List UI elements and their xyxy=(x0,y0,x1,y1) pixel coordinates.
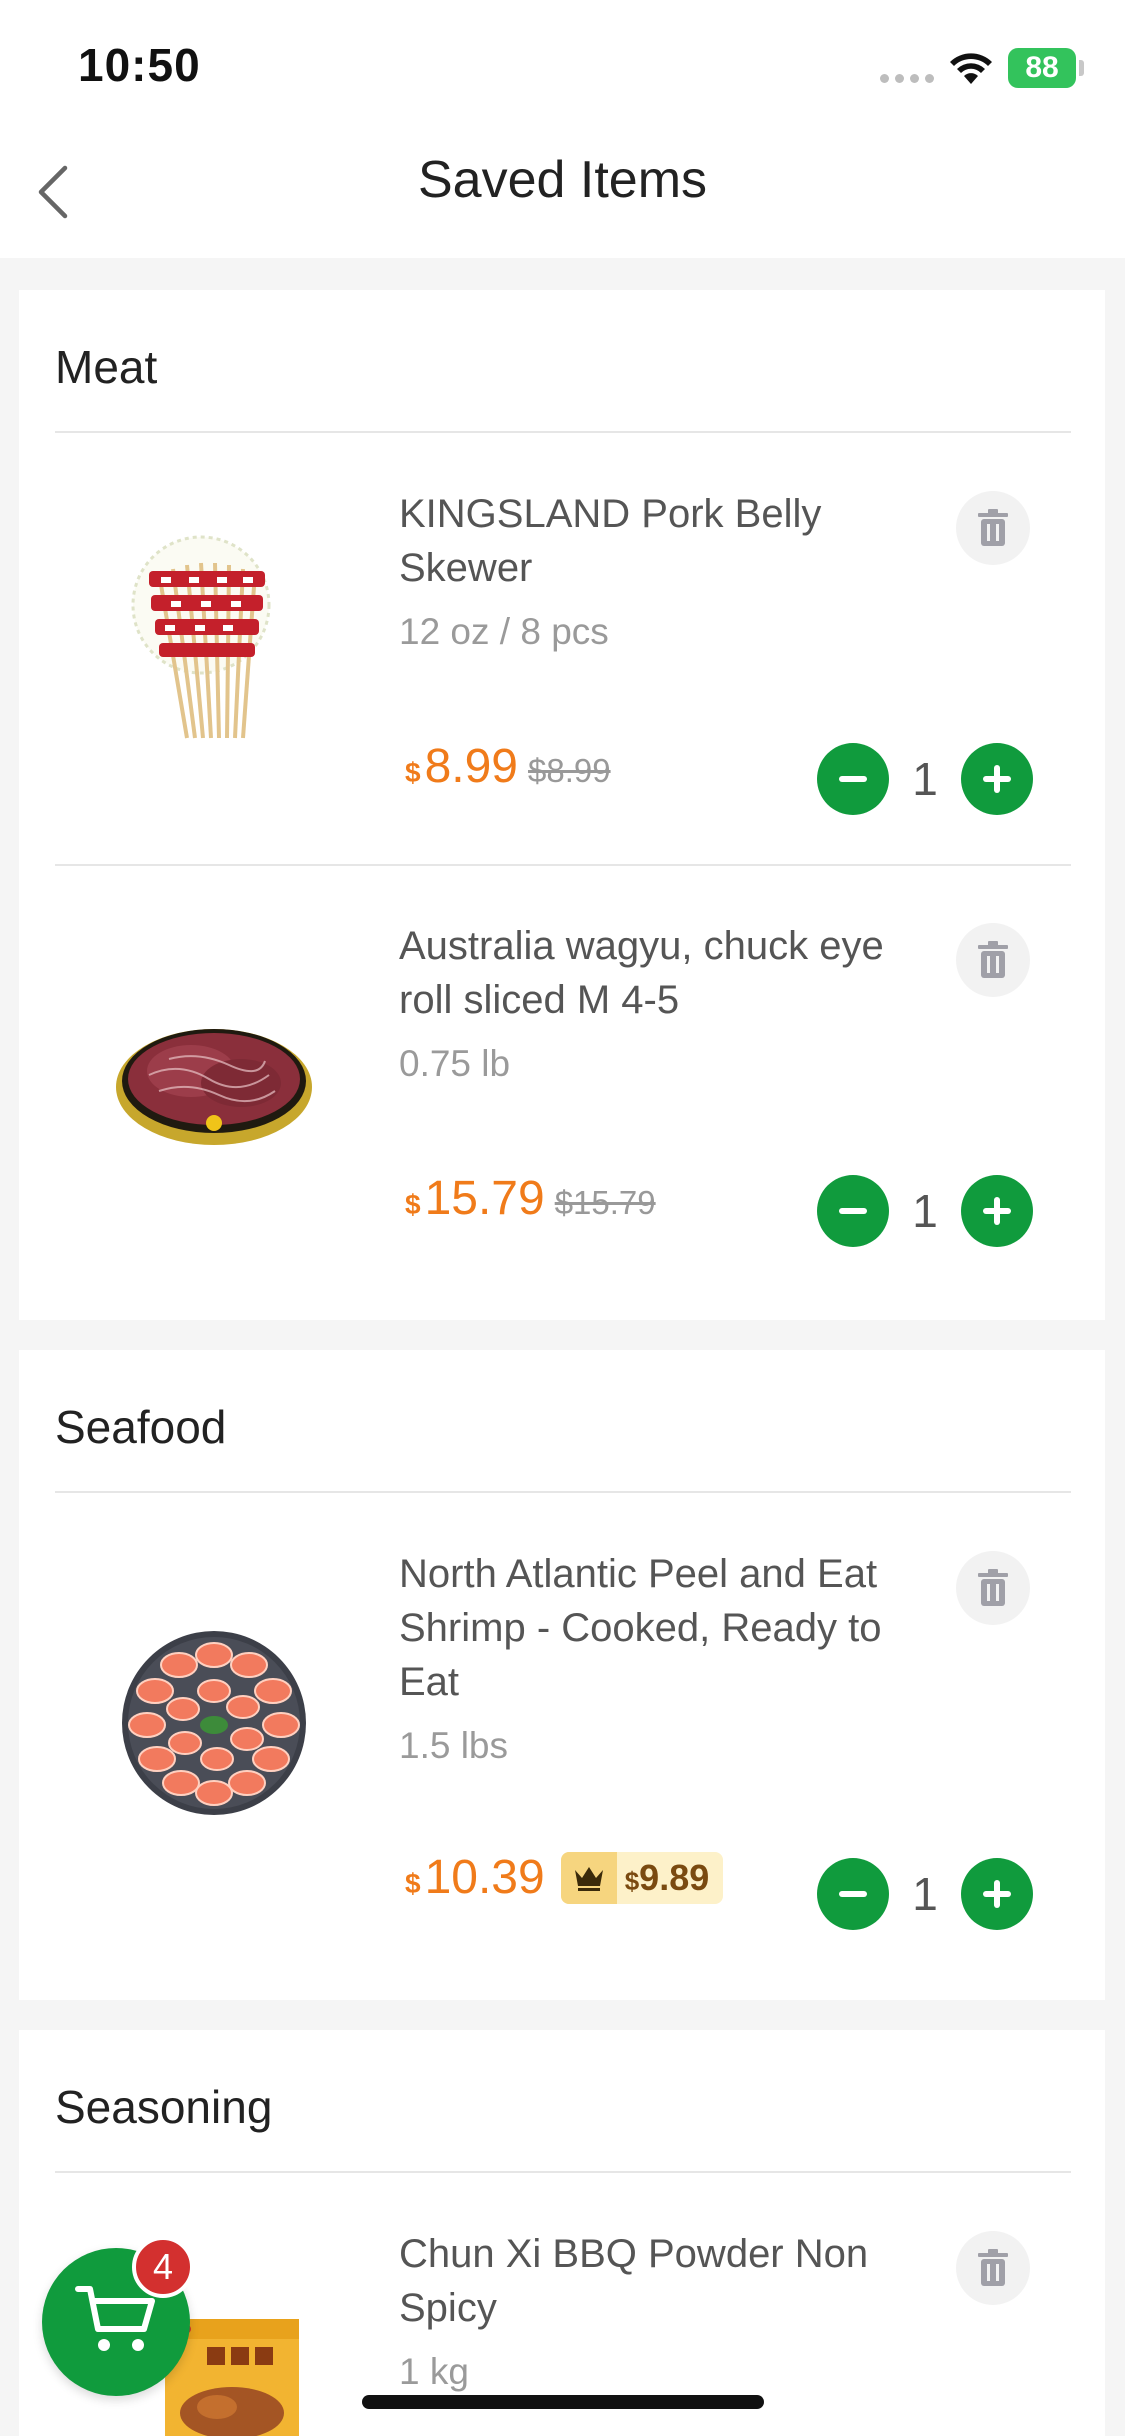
item-name[interactable]: North Atlantic Peel and Eat Shrimp - Coo… xyxy=(399,1547,919,1709)
price-currency: $ xyxy=(405,757,421,788)
decrease-quantity-button[interactable] xyxy=(817,1175,889,1247)
saved-item-wagyu-chuck-eye-roll[interactable]: Australia wagyu, chuck eye roll sliced M… xyxy=(19,865,1105,1305)
saved-item-north-atlantic-shrimp[interactable]: North Atlantic Peel and Eat Shrimp - Coo… xyxy=(19,1493,1105,1993)
trash-icon xyxy=(978,1569,1008,1606)
plus-icon xyxy=(983,1197,1011,1225)
price-value: 8.99 xyxy=(424,740,518,793)
cart-count-badge: 4 xyxy=(132,2236,194,2298)
status-time: 10:50 xyxy=(78,39,201,91)
price-value: 10.39 xyxy=(424,1851,545,1904)
cart-icon xyxy=(75,2286,155,2351)
delete-item-button[interactable] xyxy=(956,1551,1030,1625)
increase-quantity-button[interactable] xyxy=(961,743,1033,815)
item-name[interactable]: Chun Xi BBQ Powder Non Spicy xyxy=(399,2227,919,2335)
nav-bar: Saved Items xyxy=(0,130,1125,258)
decrease-quantity-button[interactable] xyxy=(817,1858,889,1930)
page-title: Saved Items xyxy=(417,151,708,209)
product-image-wagyu[interactable] xyxy=(109,975,319,1185)
product-image-shrimp[interactable] xyxy=(109,1621,319,1831)
wifi-icon xyxy=(948,50,994,91)
trash-icon xyxy=(978,509,1008,546)
minus-icon xyxy=(839,776,867,782)
section-seafood: Seafood North Atlantic Peel and Eat Shri… xyxy=(19,1350,1105,2000)
section-title: Seasoning xyxy=(55,2081,273,2133)
minus-icon xyxy=(839,1208,867,1214)
trash-icon xyxy=(978,941,1008,978)
home-indicator xyxy=(362,2395,764,2409)
plus-icon xyxy=(983,765,1011,793)
delete-item-button[interactable] xyxy=(956,2231,1030,2305)
battery-indicator: 88 xyxy=(1008,48,1076,88)
item-weight: 1.5 lbs xyxy=(399,1725,509,1766)
cellular-signal-icon xyxy=(880,74,934,83)
battery-tip xyxy=(1079,60,1084,76)
increase-quantity-button[interactable] xyxy=(961,1175,1033,1247)
status-bar: 10:50 88 xyxy=(0,0,1125,130)
battery-level: 88 xyxy=(1025,51,1059,84)
price-currency: $ xyxy=(405,1189,421,1220)
minus-icon xyxy=(839,1891,867,1897)
member-price-value: 9.89 xyxy=(639,1856,710,1898)
item-price: $ 15.79 $15.79 xyxy=(405,1171,656,1226)
item-weight: 1 kg xyxy=(399,2351,469,2392)
crown-icon xyxy=(560,1851,617,1904)
plus-icon xyxy=(983,1880,1011,1908)
delete-item-button[interactable] xyxy=(956,491,1030,565)
price-currency: $ xyxy=(405,1868,421,1899)
member-price-currency: $ xyxy=(624,1865,640,1896)
saved-items-screen: 10:50 88 Saved Items Meat KINGSLAND Pork… xyxy=(0,0,1125,2436)
quantity-stepper[interactable]: 1 xyxy=(817,1858,1033,1930)
quantity-stepper[interactable]: 1 xyxy=(817,743,1033,815)
quantity-stepper[interactable]: 1 xyxy=(817,1175,1033,1247)
delete-item-button[interactable] xyxy=(956,923,1030,997)
original-price: $15.79 xyxy=(554,1184,656,1221)
original-price: $8.99 xyxy=(528,752,611,789)
item-price: $ 10.39 $9.89 xyxy=(405,1850,724,1905)
quantity-value: 1 xyxy=(912,753,938,805)
member-price-badge: $9.89 xyxy=(560,1851,724,1904)
item-name[interactable]: KINGSLAND Pork Belly Skewer xyxy=(399,487,919,595)
decrease-quantity-button[interactable] xyxy=(817,743,889,815)
price-value: 15.79 xyxy=(424,1172,545,1225)
member-price: $9.89 xyxy=(617,1857,724,1899)
item-weight: 0.75 lb xyxy=(399,1043,511,1084)
item-name[interactable]: Australia wagyu, chuck eye roll sliced M… xyxy=(399,919,919,1027)
quantity-value: 1 xyxy=(912,1868,938,1920)
product-image-pork-skewer[interactable] xyxy=(109,533,319,743)
increase-quantity-button[interactable] xyxy=(961,1858,1033,1930)
section-title: Seafood xyxy=(55,1401,227,1453)
item-price: $ 8.99 $8.99 xyxy=(405,739,611,794)
saved-item-pork-belly-skewer[interactable]: KINGSLAND Pork Belly Skewer 12 oz / 8 pc… xyxy=(19,433,1105,865)
trash-icon xyxy=(978,2249,1008,2286)
section-seasoning: Seasoning Chun Xi BBQ Powder Non Spicy 1… xyxy=(19,2030,1105,2436)
section-meat: Meat KINGSLAND Pork Belly Skewer 12 oz /… xyxy=(19,290,1105,1320)
quantity-value: 1 xyxy=(912,1185,938,1237)
section-title: Meat xyxy=(55,341,158,393)
item-weight: 12 oz / 8 pcs xyxy=(399,611,609,652)
